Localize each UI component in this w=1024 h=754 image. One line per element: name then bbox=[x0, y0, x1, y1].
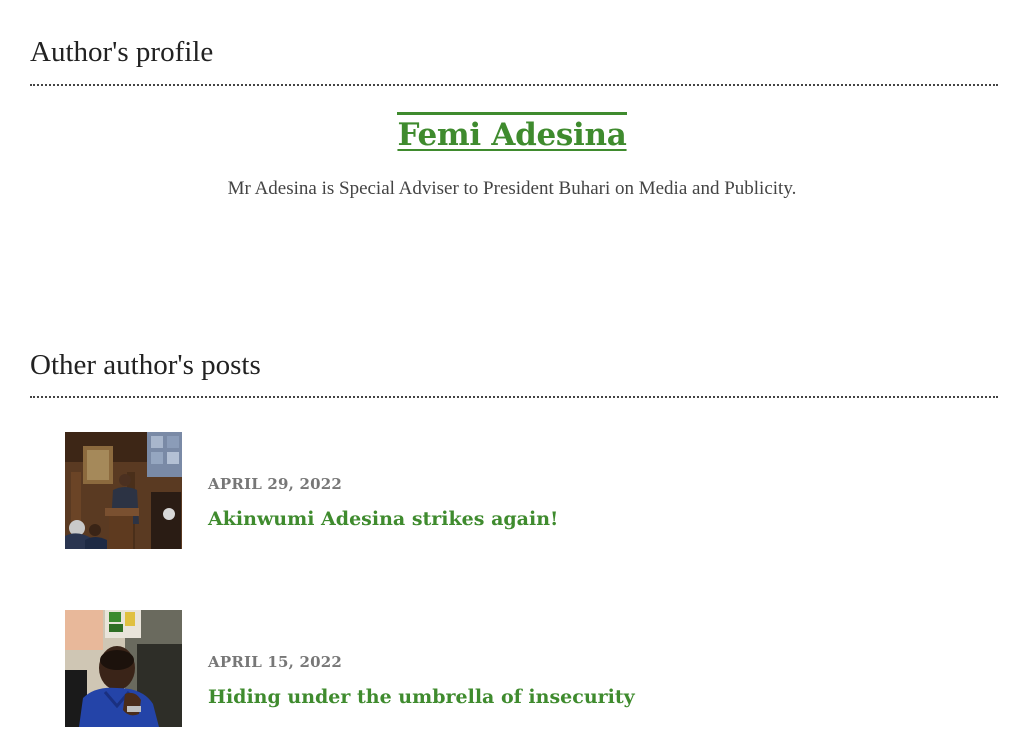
post-item: APRIL 15, 2022 Hiding under the umbrella… bbox=[65, 610, 965, 728]
author-name-link[interactable]: Femi Adesina bbox=[397, 112, 627, 153]
post-date: APRIL 15, 2022 bbox=[208, 653, 343, 671]
post-title-link[interactable]: Hiding under the umbrella of insecurity bbox=[208, 686, 635, 708]
speaker-at-podium-photo bbox=[65, 432, 182, 549]
profile-section-heading: Author's profile bbox=[30, 36, 214, 68]
post-thumbnail[interactable] bbox=[65, 610, 182, 727]
man-in-blue-shirt-photo bbox=[65, 610, 182, 727]
posts-section-heading: Other author's posts bbox=[30, 349, 261, 381]
author-name-container: Femi Adesina bbox=[0, 112, 1024, 153]
author-bio: Mr Adesina is Special Adviser to Preside… bbox=[227, 178, 797, 199]
post-item: APRIL 29, 2022 Akinwumi Adesina strikes … bbox=[65, 432, 965, 550]
profile-divider bbox=[30, 84, 998, 86]
post-date: APRIL 29, 2022 bbox=[208, 475, 343, 493]
post-thumbnail[interactable] bbox=[65, 432, 182, 549]
posts-divider bbox=[30, 396, 998, 398]
post-title-link[interactable]: Akinwumi Adesina strikes again! bbox=[208, 508, 558, 530]
